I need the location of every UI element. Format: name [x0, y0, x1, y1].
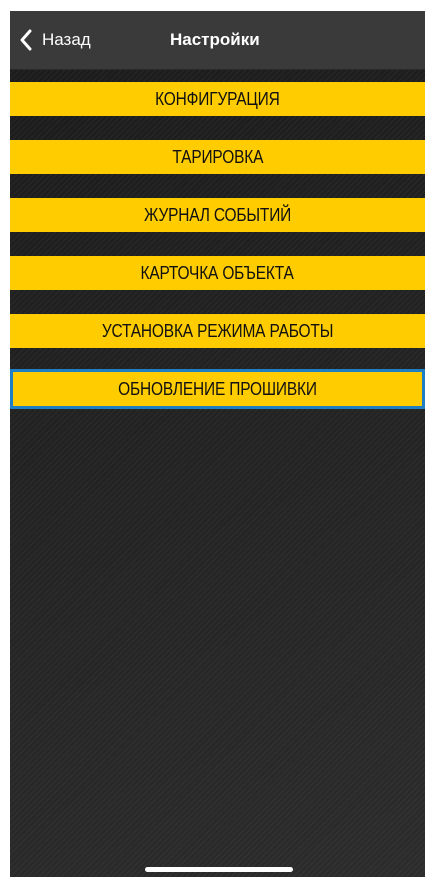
menu-item-object-card[interactable]: КАРТОЧКА ОБЪЕКТА	[10, 256, 425, 290]
back-button[interactable]: Назад	[18, 25, 91, 55]
chevron-left-icon	[20, 29, 32, 51]
menu-item-label: КОНФИГУРАЦИЯ	[155, 88, 280, 109]
menu-item-operating-mode[interactable]: УСТАНОВКА РЕЖИМА РАБОТЫ	[10, 314, 425, 348]
page-title: Настройки	[170, 30, 260, 49]
menu-item-configuration[interactable]: КОНФИГУРАЦИЯ	[10, 82, 425, 116]
home-indicator	[145, 867, 293, 872]
menu-item-label: УСТАНОВКА РЕЖИМА РАБОТЫ	[101, 320, 334, 341]
navigation-bar: Назад Настройки	[10, 11, 425, 70]
settings-screen: Назад Настройки КОНФИГУРАЦИЯ ТАРИРОВКА Ж…	[10, 11, 425, 877]
menu-item-label: КАРТОЧКА ОБЪЕКТА	[140, 262, 295, 283]
settings-menu: КОНФИГУРАЦИЯ ТАРИРОВКА ЖУРНАЛ СОБЫТИЙ КА…	[10, 82, 425, 433]
back-label: Назад	[42, 30, 91, 49]
menu-item-calibration[interactable]: ТАРИРОВКА	[10, 140, 425, 174]
menu-item-label: ЖУРНАЛ СОБЫТИЙ	[143, 204, 292, 225]
menu-item-event-log[interactable]: ЖУРНАЛ СОБЫТИЙ	[10, 198, 425, 232]
menu-item-label: ОБНОВЛЕНИЕ ПРОШИВКИ	[118, 378, 317, 399]
menu-item-firmware-update[interactable]: ОБНОВЛЕНИЕ ПРОШИВКИ	[10, 369, 425, 409]
menu-item-label: ТАРИРОВКА	[172, 146, 263, 167]
